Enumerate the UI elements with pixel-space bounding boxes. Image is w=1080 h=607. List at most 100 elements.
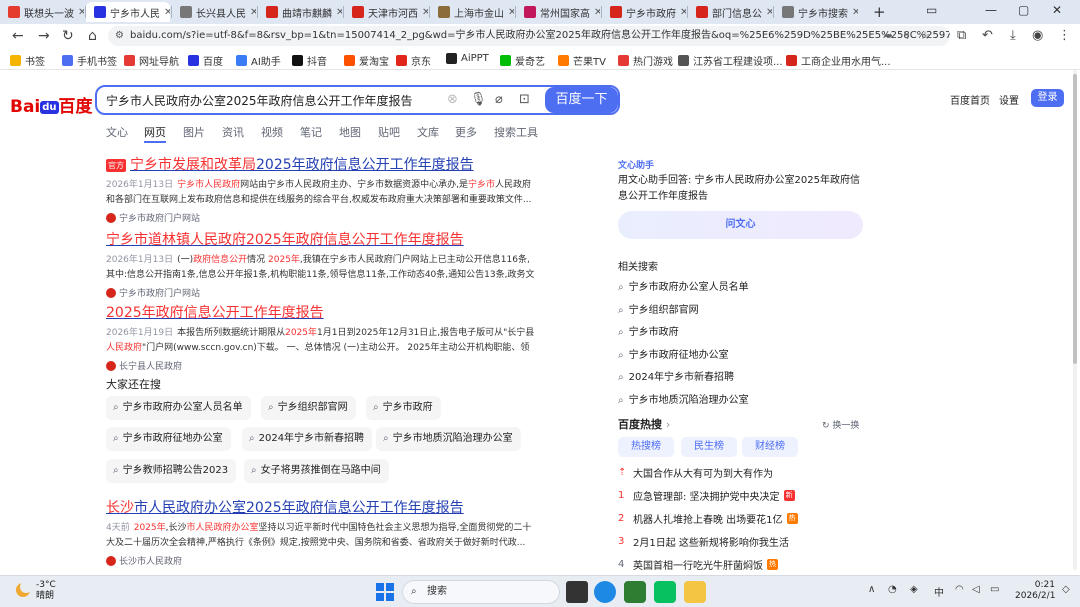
browser-tab[interactable]: 宁乡市搜索 ✕	[774, 2, 858, 22]
search-tab[interactable]: 贴吧	[378, 124, 400, 140]
hotlist-tab[interactable]: 热搜榜	[618, 437, 674, 457]
camera-icon[interactable]: ⊡	[519, 92, 530, 107]
profile-icon[interactable]: ◉	[1032, 28, 1043, 43]
result-title[interactable]: 宁乡市道林镇人民政府2025年政府信息公开工作年度报告	[106, 229, 536, 249]
browser-tab[interactable]: 常州国家高 ✕	[516, 2, 600, 22]
also-search-chip[interactable]: ⌕ 宁乡教师招聘公告2023	[106, 459, 237, 483]
tab-close-icon[interactable]: ✕	[594, 7, 600, 18]
also-search-chip[interactable]: ⌕ 宁乡市地质沉陷治理办公室	[376, 427, 521, 451]
page-scrollbar[interactable]	[1072, 70, 1078, 570]
hotlist-tab[interactable]: 民生榜	[681, 437, 737, 457]
search-tab[interactable]: 网页	[144, 124, 166, 143]
tab-close-icon[interactable]: ✕	[508, 7, 514, 18]
bookmark-item[interactable]: 工商企业用水用气...	[786, 53, 891, 68]
browser-tab[interactable]: 长兴县人民 ✕	[172, 2, 256, 22]
tab-close-icon[interactable]: ✕	[680, 7, 686, 18]
result-source[interactable]: 宁乡市政府门户网站	[106, 286, 536, 299]
bolt-icon[interactable]: ϟ	[903, 29, 920, 42]
tray-app-icon[interactable]: ◔	[888, 584, 897, 595]
attachment-icon[interactable]: ⌀	[495, 92, 503, 107]
baidu-logo[interactable]: Bai du 百度	[10, 92, 93, 117]
hotlist-item[interactable]: 2 机器人扎堆抢上春晚 出场要花1亿热	[618, 511, 798, 526]
chevron-up-icon[interactable]: ∧	[868, 584, 875, 595]
search-tab[interactable]: 更多	[455, 124, 477, 140]
related-search-item[interactable]: ⌕ 2024年宁乡市新春招聘	[618, 368, 734, 383]
also-search-chip[interactable]: ⌕ 宁乡市政府办公室人员名单	[106, 396, 251, 420]
search-tab[interactable]: 视频	[261, 124, 283, 140]
bookmark-item[interactable]: 抖音	[292, 53, 327, 68]
bookmark-item[interactable]: 爱奇艺	[500, 53, 545, 68]
browser-tab[interactable]: 联想头一波 ✕	[0, 2, 84, 22]
result-source[interactable]: 宁乡市政府门户网站	[106, 211, 536, 224]
settings-link[interactable]: 设置	[999, 92, 1019, 107]
browser-tab[interactable]: 宁乡市政府 ✕	[602, 2, 686, 22]
browser-tab[interactable]: 天津市河西 ✕	[344, 2, 428, 22]
maximize-icon[interactable]: ▢	[1018, 3, 1029, 17]
result-title[interactable]: 2025年政府信息公开工作年度报告	[106, 302, 536, 322]
new-tab-button[interactable]: +	[873, 3, 886, 21]
search-tab[interactable]: 资讯	[222, 124, 244, 140]
ask-wenxin-button[interactable]: 问文心	[618, 211, 863, 239]
bookmark-item[interactable]: 爱淘宝	[344, 53, 389, 68]
minimize-icon[interactable]: —	[985, 3, 997, 17]
also-search-chip[interactable]: ⌕ 宁乡组织部官网	[261, 396, 356, 420]
tab-close-icon[interactable]: ✕	[250, 7, 256, 18]
taskview-icon[interactable]	[566, 581, 588, 603]
edge-icon[interactable]	[594, 581, 616, 603]
search-tab[interactable]: 搜索工具	[494, 124, 538, 140]
ime-indicator[interactable]: 中	[934, 584, 944, 599]
bookmark-item[interactable]: 网址导航	[124, 53, 179, 68]
related-search-item[interactable]: ⌕ 宁乡市政府	[618, 323, 679, 338]
search-tab[interactable]: 图片	[183, 124, 205, 140]
bookmark-item[interactable]: AI助手	[236, 53, 281, 68]
reload-icon[interactable]: ↻	[62, 28, 74, 44]
related-search-item[interactable]: ⌕ 宁乡组织部官网	[618, 301, 699, 316]
bookmark-item[interactable]: 江苏省工程建设项...	[678, 53, 783, 68]
forward-icon[interactable]: →	[38, 28, 50, 44]
monitor-app-icon[interactable]	[624, 581, 646, 603]
windows-start-icon[interactable]	[374, 581, 396, 603]
search-tab[interactable]: 文心	[106, 124, 128, 140]
bookmark-item[interactable]: 书签	[10, 53, 45, 68]
hotlist-item[interactable]: 1 应急管理部: 坚决拥护党中央决定新	[618, 488, 795, 503]
address-bar[interactable]: ⚙ baidu.com/s?ie=utf-8&f=8&rsv_bp=1&tn=1…	[108, 26, 950, 46]
bookmark-item[interactable]: 热门游戏	[618, 53, 673, 68]
bookmark-item[interactable]: 百度	[188, 53, 223, 68]
hotlist-item[interactable]: 3 2月1日起 这些新规将影响你我生活	[618, 534, 789, 549]
menu-icon[interactable]: ⋮	[1058, 28, 1071, 43]
tab-close-icon[interactable]: ✕	[336, 7, 342, 18]
wechat-icon[interactable]	[654, 581, 676, 603]
result-title[interactable]: 长沙市人民政府办公室2025年政府信息公开工作年度报告	[106, 497, 536, 517]
tab-close-icon[interactable]: ✕	[766, 7, 772, 18]
clock[interactable]: 0:21 2026/2/1	[1015, 580, 1055, 602]
hotlist-title[interactable]: 百度热搜 ›	[618, 416, 670, 432]
hotlist-tab[interactable]: 财经榜	[742, 437, 798, 457]
share-icon[interactable]: ➦	[884, 29, 903, 42]
baidu-home-link[interactable]: 百度首页	[950, 92, 990, 107]
bookmark-item[interactable]: AiPPT	[446, 53, 489, 64]
also-search-chip[interactable]: ⌕ 宁乡市政府	[366, 396, 441, 420]
bookmark-item[interactable]: 芒果TV	[558, 53, 606, 68]
refresh-button[interactable]: ↻ 换一换	[822, 418, 859, 431]
microphone-icon[interactable]: 🎙	[470, 92, 487, 107]
browser-tab[interactable]: 上海市金山 ✕	[430, 2, 514, 22]
login-button[interactable]: 登录	[1031, 89, 1064, 107]
star-icon[interactable]: ☆	[920, 29, 940, 42]
search-tab[interactable]: 地图	[339, 124, 361, 140]
undo-icon[interactable]: ↶	[982, 28, 993, 43]
search-button[interactable]: 百度一下	[545, 87, 618, 113]
result-source[interactable]: 长沙市人民政府	[106, 554, 536, 567]
also-search-chip[interactable]: ⌕ 2024年宁乡市新春招聘	[242, 427, 373, 451]
bookmark-item[interactable]: 手机书签	[62, 53, 117, 68]
search-tab[interactable]: 笔记	[300, 124, 322, 140]
back-icon[interactable]: ←	[12, 28, 24, 44]
result-source[interactable]: 长宁县人民政府	[106, 359, 536, 372]
also-search-chip[interactable]: ⌕ 女子将男孩推倒在马路中间	[244, 459, 389, 483]
hotlist-item[interactable]: 4 英国首相一行吃光牛肝菌焖饭热	[618, 557, 778, 572]
battery-icon[interactable]: ▭	[990, 584, 999, 595]
notification-icon[interactable]: ◇	[1062, 584, 1070, 595]
tab-close-icon[interactable]: ✕	[78, 7, 84, 18]
snipping-icon[interactable]	[684, 581, 706, 603]
window-icon[interactable]: ▭	[926, 3, 937, 17]
related-search-item[interactable]: ⌕ 宁乡市政府办公室人员名单	[618, 278, 749, 293]
